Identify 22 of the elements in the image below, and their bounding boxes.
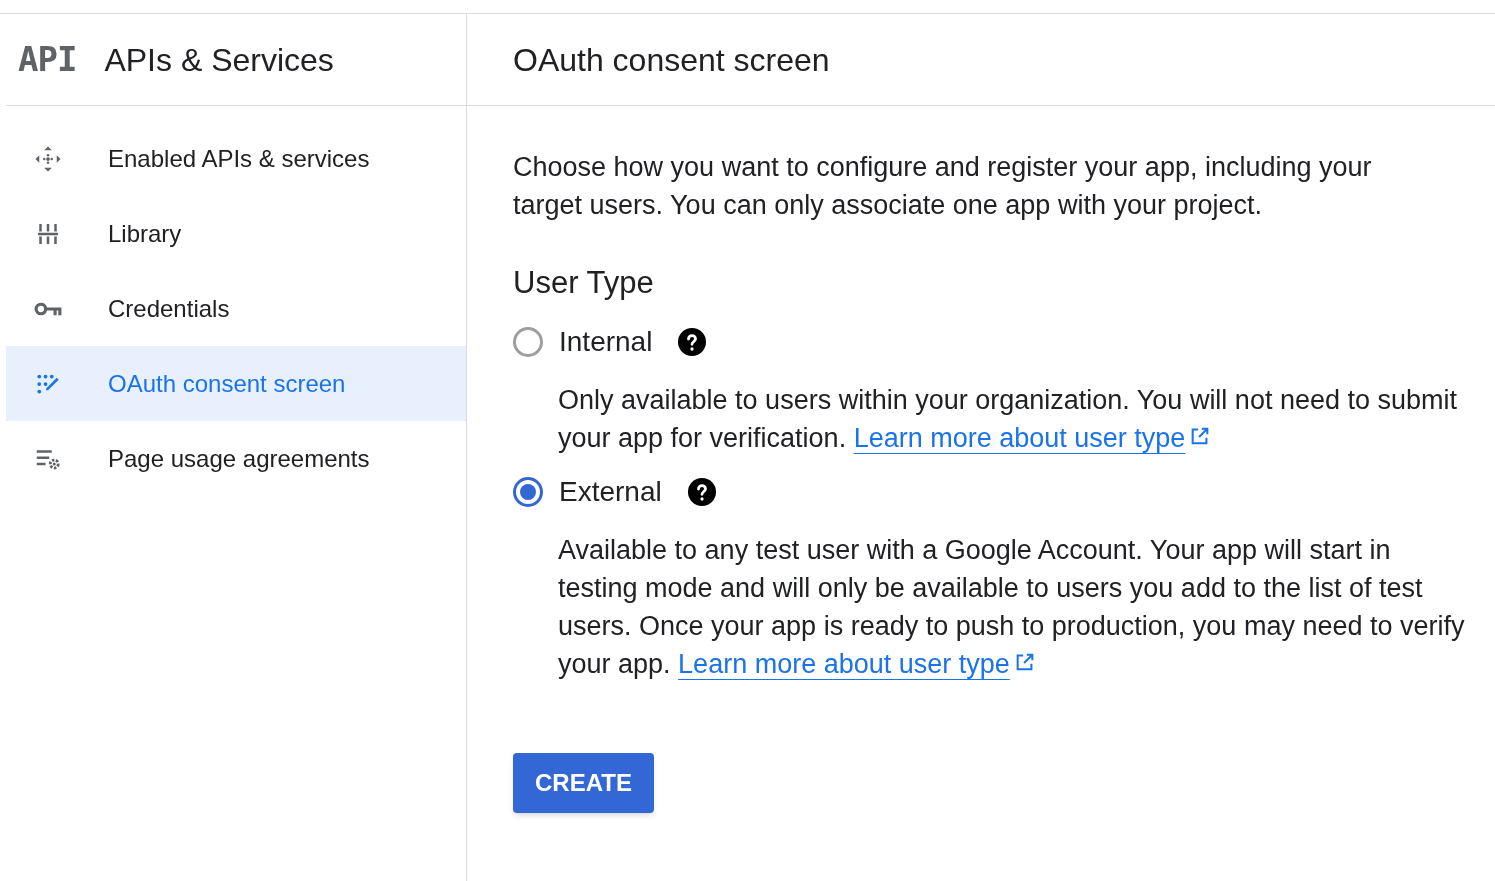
radio-button[interactable]: [513, 476, 543, 507]
help-icon: [678, 327, 707, 356]
option-label: External: [559, 474, 662, 509]
intro-text: Choose how you want to configure and register your app, including your target users. You can only associate one app with your project.: [513, 151, 1373, 222]
create-button[interactable]: CREATE: [513, 752, 654, 813]
option-label: Internal: [559, 324, 653, 359]
radio-button[interactable]: [513, 326, 543, 357]
option-description: Only available to users within your organization. You will not need to submit your app for verification. Learn more about user type: [557, 383, 1458, 455]
page-title: OAuth consent screen: [513, 40, 830, 80]
learn-more-link[interactable]: Learn more about user type: [853, 422, 1212, 453]
sidebar-item[interactable]: OAuth consent screen: [6, 346, 466, 421]
option-description: Available to any test user with a Google Account. Your app will start in testing mode and will only be available to users you add to the list of test users. Once your app is ready to push to production, you may need to verify your app. Learn more about user type: [557, 533, 1466, 681]
sidebar-title: APIs & Services: [104, 40, 334, 80]
sidebar-item[interactable]: Page usage agreements: [6, 421, 466, 496]
learn-more-link[interactable]: Learn more about user type: [678, 648, 1036, 679]
section-heading: User Type: [513, 264, 655, 302]
sidebar-item[interactable]: Credentials: [6, 271, 466, 346]
sidebar-item[interactable]: Enabled APIs & services: [6, 121, 466, 196]
help-icon: [687, 477, 716, 506]
sidebar-item[interactable]: Library: [6, 196, 466, 271]
api-logo: API: [18, 38, 77, 81]
key-icon: [33, 300, 63, 317]
